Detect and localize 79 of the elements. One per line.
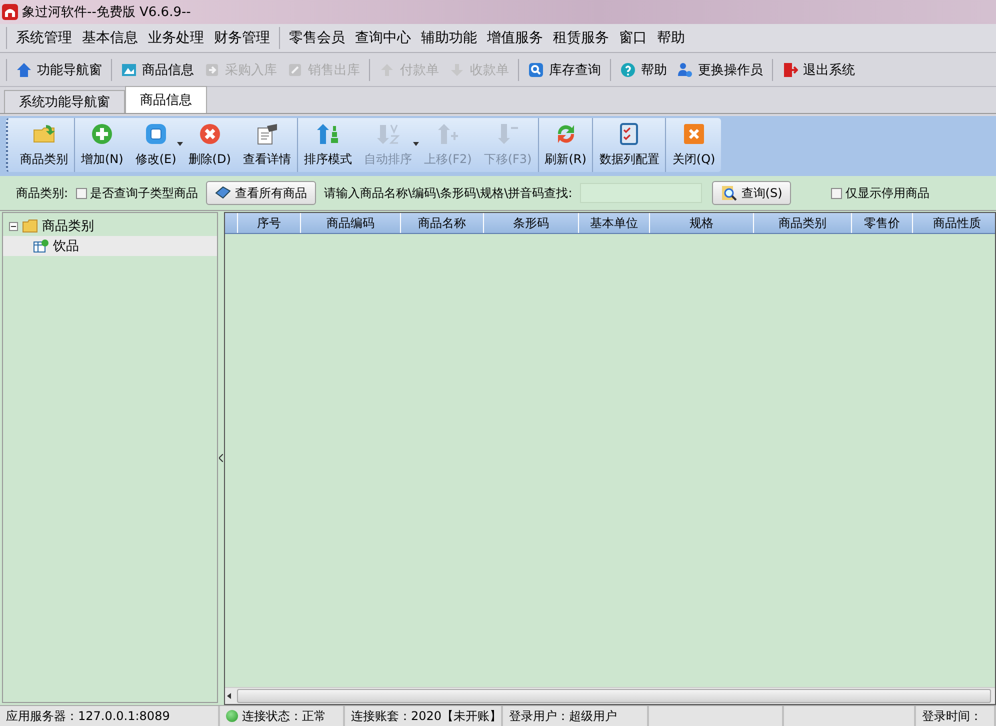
menu-item[interactable]: 基本信息 bbox=[77, 27, 143, 49]
ribbon-button[interactable]: 关闭(Q) bbox=[666, 118, 722, 172]
tree-node[interactable]: 饮品 bbox=[3, 236, 217, 256]
ribbon-button[interactable]: 数据列配置 bbox=[593, 118, 666, 172]
tab[interactable]: 商品信息 bbox=[125, 86, 207, 113]
ribbon-button[interactable]: 修改(E) bbox=[129, 118, 182, 172]
minus-box-icon[interactable] bbox=[9, 222, 18, 230]
ribbon-button[interactable]: 查看详情 bbox=[236, 118, 297, 172]
book-icon bbox=[215, 186, 232, 200]
caret-icon bbox=[177, 142, 184, 146]
status-dot-icon bbox=[226, 710, 238, 722]
plus-circle-icon bbox=[90, 122, 114, 146]
square-icon bbox=[144, 122, 168, 146]
ribbon-button[interactable]: 删除(D) bbox=[182, 118, 237, 172]
down-arrow-icon bbox=[496, 122, 520, 146]
column-header[interactable]: 商品编码 bbox=[301, 213, 401, 233]
close-square-icon bbox=[682, 122, 706, 146]
column-header[interactable]: 序号 bbox=[238, 213, 301, 233]
menu-item[interactable]: 增值服务 bbox=[482, 27, 548, 49]
search-button[interactable]: 查询(S) bbox=[712, 181, 792, 205]
checkbox-label: 仅显示停用商品 bbox=[845, 184, 930, 202]
picture-card-icon bbox=[121, 62, 137, 78]
status-cell: 应用服务器：127.0.0.1:8089 bbox=[0, 706, 220, 726]
toolbar-button[interactable]: 帮助 bbox=[615, 58, 672, 82]
menu-item[interactable]: 业务处理 bbox=[143, 27, 209, 49]
home-icon bbox=[16, 62, 32, 78]
status-cell: 登录时间： bbox=[916, 706, 996, 726]
menu-item[interactable]: 财务管理 bbox=[209, 27, 275, 49]
horizontal-scrollbar[interactable] bbox=[225, 687, 995, 704]
table-check-icon bbox=[33, 239, 49, 253]
tree-node[interactable]: 商品类别 bbox=[3, 216, 217, 236]
column-header[interactable]: 商品类别 bbox=[754, 213, 852, 233]
sort-az-icon bbox=[376, 122, 400, 146]
search-label: 请输入商品名称\编码\条形码\规格\拼音码查找: bbox=[324, 184, 572, 202]
status-cell: 登录用户：超级用户 bbox=[503, 706, 649, 726]
column-header[interactable]: 商品性质 bbox=[913, 213, 996, 233]
status-cell: 连接状态：正常 bbox=[220, 706, 345, 726]
search-icon bbox=[528, 62, 544, 78]
menu-item[interactable]: 租赁服务 bbox=[548, 27, 614, 49]
toolbar-button[interactable]: 更换操作员 bbox=[672, 58, 768, 82]
app-logo-icon bbox=[2, 4, 18, 20]
menu-item[interactable]: 查询中心 bbox=[350, 27, 416, 49]
document-pen-icon bbox=[254, 122, 279, 146]
toolbar-button[interactable]: 库存查询 bbox=[523, 58, 606, 82]
menu-item[interactable]: 辅助功能 bbox=[416, 27, 482, 49]
left-arrow-icon[interactable] bbox=[225, 692, 233, 700]
menu-item[interactable]: 零售会员 bbox=[284, 27, 350, 49]
ribbon-button[interactable]: 增加(N) bbox=[75, 118, 130, 172]
window-title: 象过河软件--免费版 V6.6.9-- bbox=[22, 4, 191, 21]
tab[interactable]: 系统功能导航窗 bbox=[4, 90, 125, 113]
column-header[interactable]: 条形码 bbox=[484, 213, 579, 233]
ribbon-button[interactable]: 商品类别 bbox=[14, 118, 74, 172]
folder-icon bbox=[22, 219, 38, 233]
view-all-button[interactable]: 查看所有商品 bbox=[206, 181, 316, 205]
ribbon-button[interactable]: 刷新(R) bbox=[538, 118, 592, 172]
column-header[interactable]: 规格 bbox=[650, 213, 754, 233]
column-header[interactable]: 基本单位 bbox=[579, 213, 650, 233]
checkbox[interactable] bbox=[76, 188, 88, 198]
toolbar-button[interactable]: 功能导航窗 bbox=[11, 58, 107, 82]
checkbox[interactable] bbox=[831, 188, 842, 198]
column-header[interactable]: 商品名称 bbox=[401, 213, 484, 233]
help-icon bbox=[620, 62, 636, 78]
close-circle-icon bbox=[198, 122, 222, 146]
status-cell: 连接账套：2020【未开账】 bbox=[345, 706, 503, 726]
menu-item[interactable]: 窗口 bbox=[614, 27, 652, 49]
menu-item[interactable]: 帮助 bbox=[652, 27, 690, 49]
document-in-icon bbox=[204, 62, 220, 78]
search-icon bbox=[721, 185, 738, 201]
toolbar-button[interactable]: 商品信息 bbox=[116, 58, 199, 82]
up-arrow-icon bbox=[436, 122, 460, 146]
menu-item[interactable]: 系统管理 bbox=[11, 27, 77, 49]
caret-icon bbox=[412, 142, 419, 146]
toolbar-button[interactable]: 退出系统 bbox=[777, 58, 860, 82]
category-label: 商品类别: bbox=[16, 184, 68, 202]
checkbox-label: 是否查询子类型商品 bbox=[90, 184, 198, 202]
exit-door-icon bbox=[782, 62, 798, 78]
ribbon-button[interactable]: 排序模式 bbox=[298, 118, 358, 172]
sort-bars-icon bbox=[316, 122, 340, 146]
column-header[interactable]: 零售价 bbox=[852, 213, 913, 233]
